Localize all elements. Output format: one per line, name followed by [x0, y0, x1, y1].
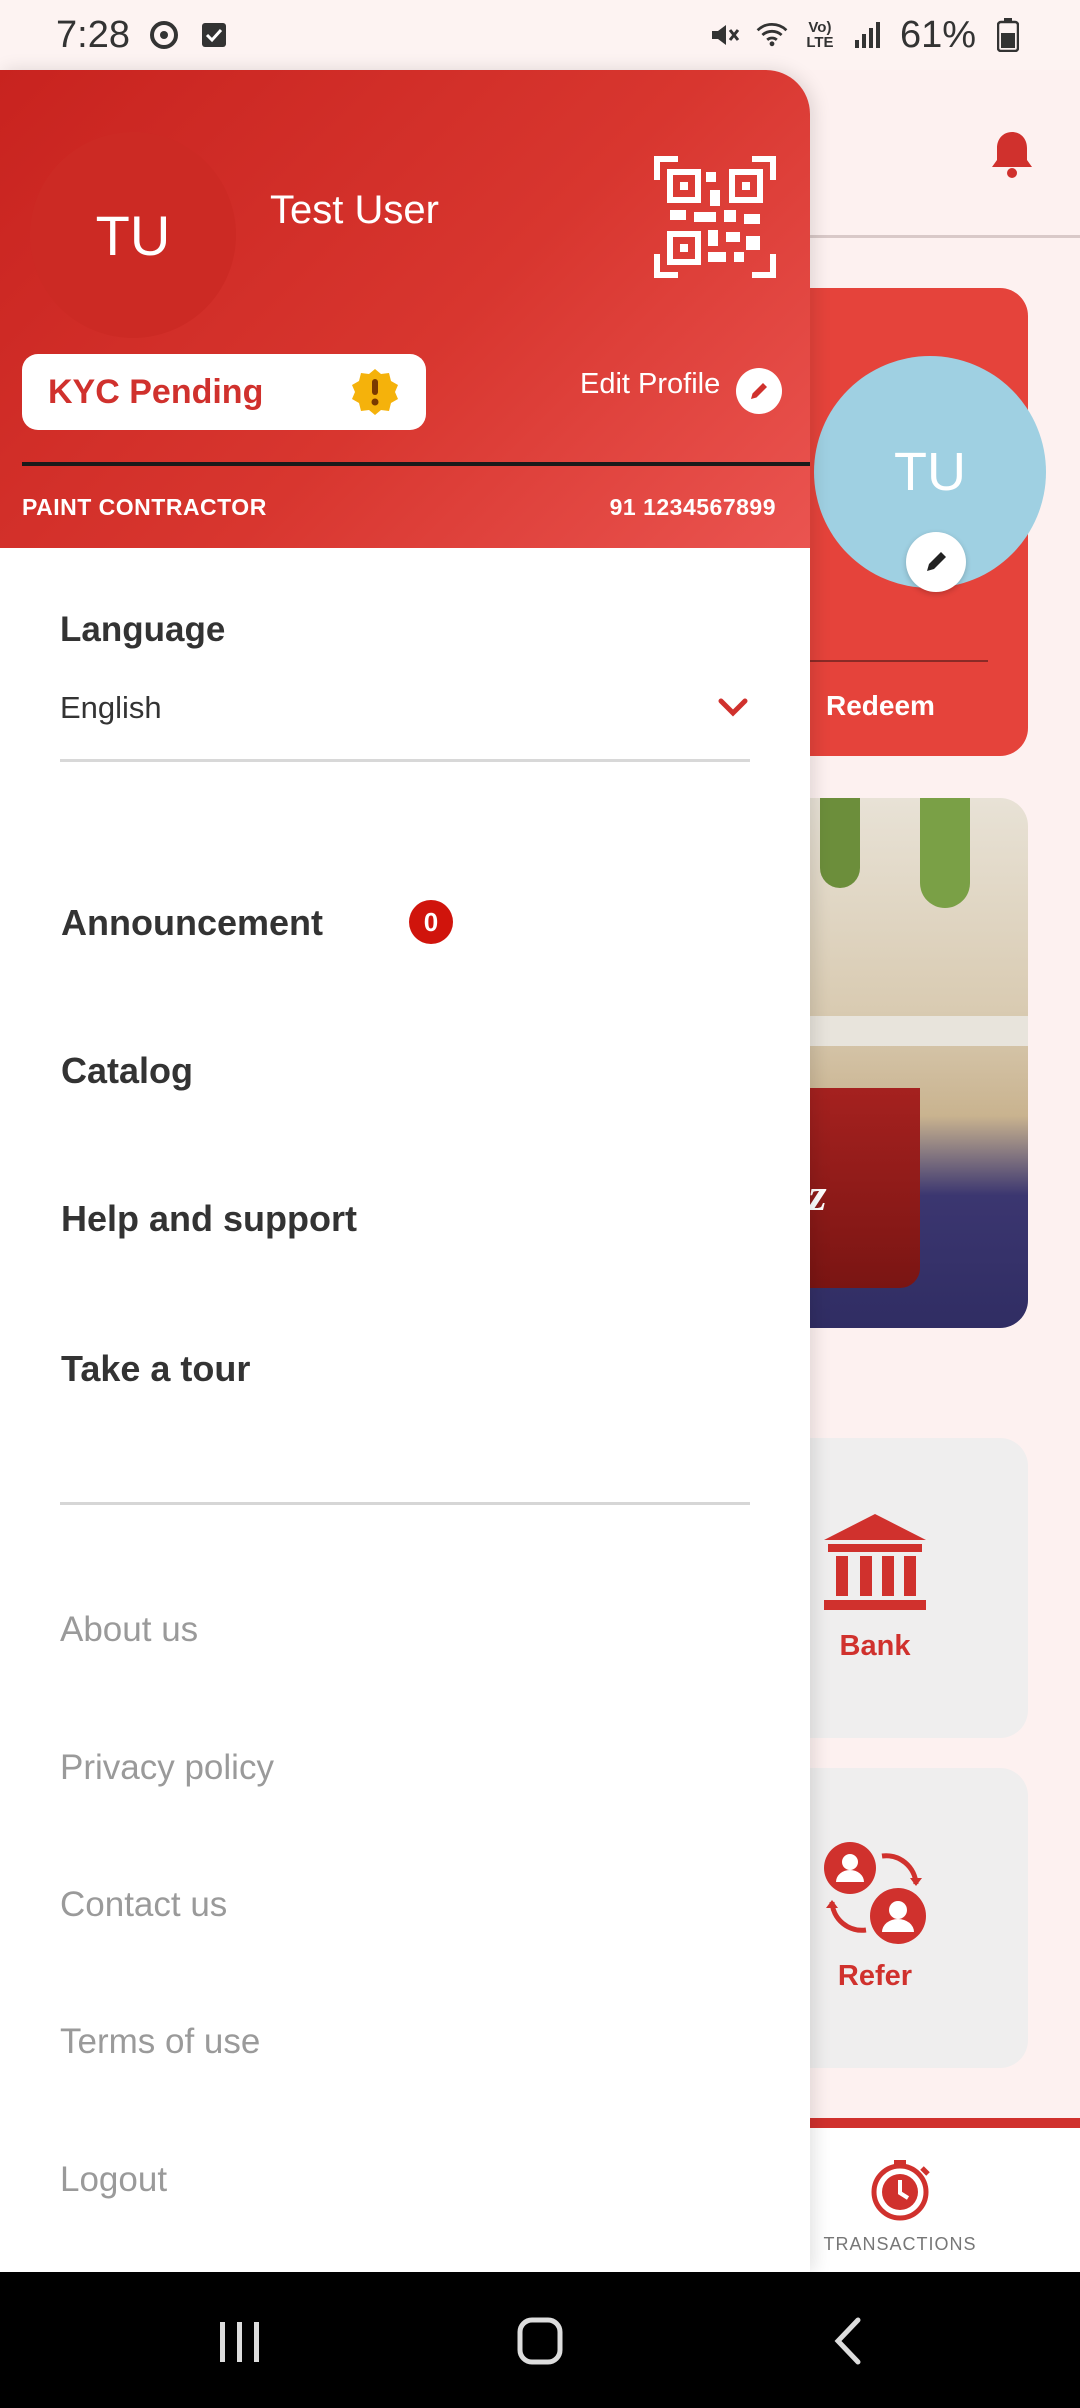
link-contact-us[interactable]: Contact us: [60, 1885, 227, 1925]
back-icon[interactable]: [820, 2316, 880, 2366]
menu-divider: [60, 1502, 750, 1505]
menu-item-announcement[interactable]: Announcement 0: [61, 900, 453, 944]
home-icon[interactable]: [510, 2316, 570, 2366]
plant-decoration: [920, 798, 970, 908]
bank-icon: [820, 1508, 930, 1618]
user-role: PAINT CONTRACTOR: [22, 494, 267, 520]
status-bar: 7:28 Vo) LTE 61%: [0, 0, 1080, 70]
user-phone: 91 1234567899: [609, 494, 776, 520]
wifi-icon: [756, 19, 788, 51]
edit-pencil-icon[interactable]: [736, 368, 782, 414]
drawer-header: TU Test User KYC Pending Edit Profile PA…: [0, 70, 810, 548]
kyc-status-text: KYC Pending: [48, 372, 264, 411]
menu-item-help-and-support[interactable]: Help and support: [61, 1198, 357, 1240]
chevron-down-icon: [716, 690, 750, 724]
recent-apps-icon[interactable]: [210, 2316, 270, 2366]
transactions-icon[interactable]: [868, 2158, 932, 2222]
refer-icon: [820, 1838, 930, 1948]
header-divider: [22, 462, 810, 466]
navigation-drawer: TU Test User KYC Pending Edit Profile PA…: [0, 70, 810, 2272]
kyc-status-pill[interactable]: KYC Pending: [22, 354, 426, 430]
system-nav-bar: [0, 2272, 1080, 2408]
signal-icon: [852, 19, 884, 51]
edit-avatar-pencil-icon[interactable]: [906, 532, 966, 592]
user-avatar[interactable]: TU: [30, 132, 236, 338]
transactions-tab-label[interactable]: TRANSACTIONS: [820, 2234, 980, 2255]
link-about-us[interactable]: About us: [60, 1610, 198, 1650]
edit-profile-link[interactable]: Edit Profile: [580, 368, 720, 401]
menu-item-take-a-tour[interactable]: Take a tour: [61, 1348, 250, 1390]
screen: 7:28 Vo) LTE 61% TU Redeem Bank Refer TR…: [0, 0, 1080, 2408]
menu-item-label: Announcement: [61, 902, 324, 943]
language-dropdown[interactable]: English: [60, 686, 750, 762]
menu-item-catalog[interactable]: Catalog: [61, 1050, 193, 1092]
language-title: Language: [60, 610, 226, 649]
plant-decoration: [820, 798, 860, 888]
card-divider: [800, 660, 988, 662]
qr-code-icon[interactable]: [654, 156, 776, 278]
link-privacy-policy[interactable]: Privacy policy: [60, 1748, 274, 1788]
language-selected-value: English: [60, 690, 162, 725]
volte-icon: Vo) LTE: [806, 19, 834, 51]
redeem-button[interactable]: Redeem: [826, 690, 935, 722]
announcement-count-badge: 0: [409, 900, 453, 944]
user-name: Test User: [270, 188, 439, 232]
threads-icon: [148, 19, 180, 51]
mute-icon: [708, 19, 740, 51]
status-time: 7:28: [56, 13, 130, 56]
notification-bell-icon[interactable]: [984, 126, 1040, 182]
battery-icon: [992, 18, 1024, 52]
checkbox-icon: [198, 19, 230, 51]
link-logout[interactable]: Logout: [60, 2160, 167, 2200]
battery-percent: 61%: [899, 13, 976, 56]
link-terms-of-use[interactable]: Terms of use: [60, 2022, 260, 2062]
warning-icon: [350, 367, 400, 417]
